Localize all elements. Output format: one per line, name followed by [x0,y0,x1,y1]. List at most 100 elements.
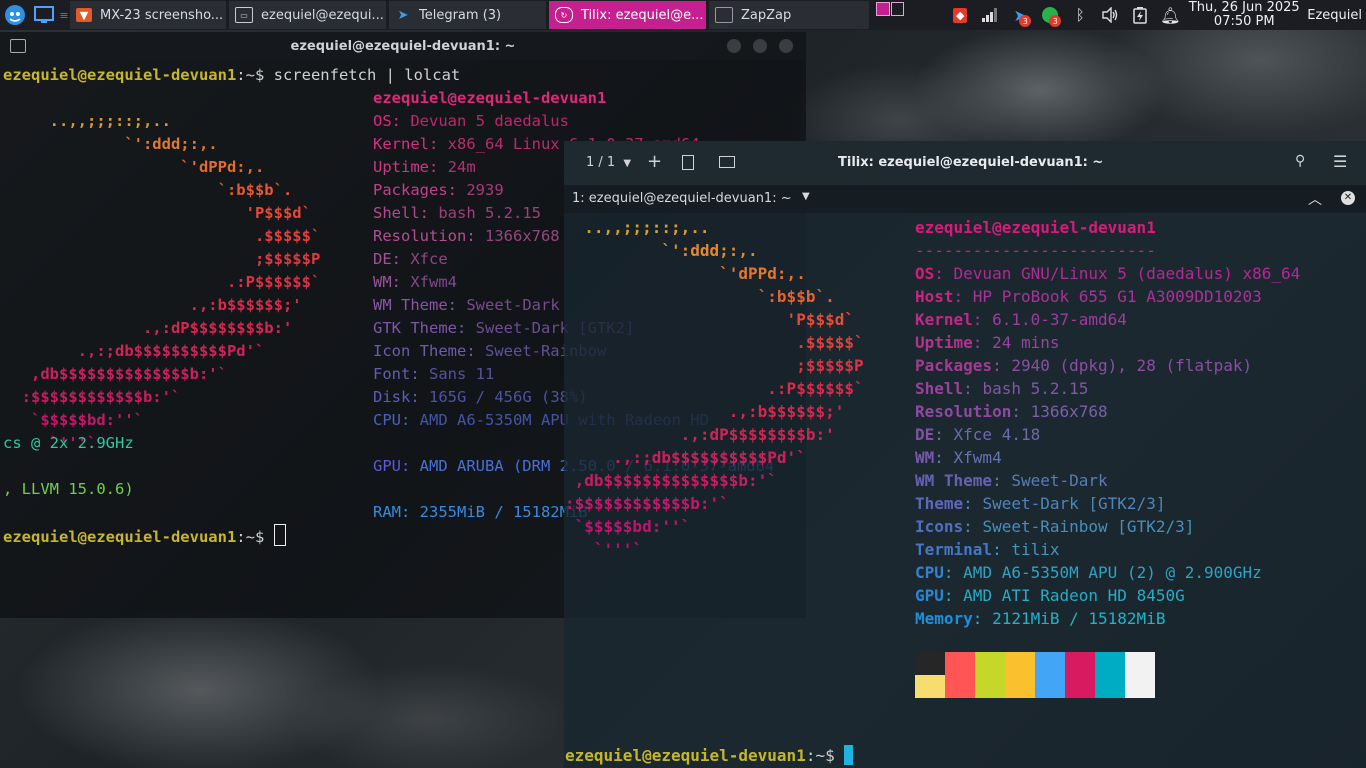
workspace-pager[interactable] [876,2,904,16]
show-desktop-icon[interactable] [30,0,58,30]
palette-swatch-bright [975,675,1005,698]
add-terminal-right-icon[interactable] [682,155,694,170]
ascii-line: .,:dP$$$$$$$$b:' [3,319,293,337]
typed-command: screenfetch | lolcat [273,66,461,84]
neofetch-row: OS: Devuan GNU/Linux 5 (daedalus) x86_64 [915,264,1301,283]
ascii-line: `$$$$$bd:''` [565,517,691,536]
battery-icon[interactable] [1125,0,1155,30]
terminal-session-bar[interactable]: 1: ezequiel@ezequiel-devuan1: ~ ▼ ︿ ✕ [564,185,1366,213]
terminal-titlebar[interactable]: ezequiel@ezequiel-devuan1: ~ [0,32,806,60]
ascii-line: .,:;db$$$$$$$$$$Pd'` [3,342,265,360]
ascii-line: .,:b$$$$$$;' [3,296,302,314]
ascii-line: ,db$$$$$$$$$$$$$$b:'` [3,365,227,383]
add-terminal-down-icon[interactable] [719,156,735,168]
command-line: ezequiel@ezequiel-devuan1:~$ screenfetch… [3,66,461,84]
palette-swatch [1005,652,1035,675]
palette-swatch-bright [1005,675,1035,698]
task-zapzap[interactable]: ZapZap [709,1,869,29]
ascii-line: ;$$$$$P [565,356,864,375]
whatsapp-tray-icon[interactable]: 3 [1035,0,1065,30]
palette-swatch-bright [1095,675,1125,698]
ascii-line: .,:;db$$$$$$$$$$Pd'` [565,448,806,467]
cpu-wrap-line: cs @ 2x 2.9GHz [3,434,134,452]
neofetch-row: GPU: AMD ATI Radeon HD 8450G [915,586,1185,605]
task-terminal[interactable]: ▭ ezequiel@ezequi... [229,1,386,29]
clock[interactable]: Thu, 26 Jun 2025 07:50 PM [1185,1,1303,29]
ascii-line: `':ddd;:,. [3,135,218,153]
info-row: WM: Xfwm4 [373,273,457,291]
workspace-1[interactable] [876,2,890,16]
palette-swatch [1035,652,1065,675]
ascii-line: .$$$$$` [3,227,321,245]
telegram-unread-badge: 3 [1019,15,1032,27]
session-counter-button[interactable]: 1 / 1 ▼ [586,155,631,170]
ascii-line: .,:dP$$$$$$$$b:' [565,425,835,444]
palette-swatch-bright [1035,675,1065,698]
network-signal-icon[interactable] [975,0,1005,30]
bluetooth-icon[interactable]: ᛒ [1065,0,1095,30]
tilix-terminal-output[interactable]: ..,,;;;::;,.. `':ddd;:,. `'dPPd:,. `:b$$… [564,213,1366,768]
neofetch-row: WM Theme: Sweet-Dark [915,471,1108,490]
telegram-tray-icon[interactable]: ➤ 3 [1005,0,1035,30]
neofetch-row: Resolution: 1366x768 [915,402,1108,421]
maximize-button[interactable] [753,39,767,53]
session-menu-chevron-icon[interactable]: ▼ [802,191,810,202]
ascii-line: `:b$$b`. [3,181,293,199]
search-icon[interactable]: ⚲ [1295,153,1305,169]
ascii-line: 'P$$$d` [565,310,854,329]
palette-swatch [1095,652,1125,675]
neofetch-row: CPU: AMD A6-5350M APU (2) @ 2.900GHz [915,563,1262,582]
clock-time: 07:50 PM [1213,14,1275,29]
info-row: Font: Sans 11 [373,365,495,383]
close-terminal-icon[interactable]: ✕ [1341,191,1355,205]
prompt-line: ezequiel@ezequiel-devuan1:~$ [3,524,286,549]
terminal-window-icon [10,39,26,53]
ascii-line: ..,,;;;::;,.. [3,112,171,130]
neofetch-row: Packages: 2940 (dpkg), 28 (flatpak) [915,356,1253,375]
prompt-user: ezequiel@ezequiel-devuan1 [3,66,237,84]
notifications-bell-icon[interactable]: 🔔︎ [1155,0,1185,30]
task-screenshot[interactable]: ▼ MX-23 screensho... [70,1,226,29]
brave-icon: ▼ [76,8,92,22]
telegram-icon: ➤ [397,7,409,23]
anydesk-icon[interactable]: ◆ [945,0,975,30]
hamburger-menu-icon[interactable]: ☰ [1333,152,1347,171]
info-ram: RAM: 2355MiB / 15182MiB [373,503,588,521]
session-title: 1: ezequiel@ezequiel-devuan1: ~ [572,191,792,206]
palette-swatch-bright [1125,675,1155,698]
palette-swatch [1125,652,1155,675]
neofetch-row: DE: Xfce 4.18 [915,425,1041,444]
text-cursor [273,524,286,546]
volume-icon[interactable] [1095,0,1125,30]
taskbar: ≡ ▼ MX-23 screensho... ▭ ezequiel@ezequi… [0,0,1366,30]
ascii-line: `$$$$$bd:''` [3,411,143,429]
tilix-window[interactable]: 1 / 1 ▼ + Tilix: ezequiel@ezequiel-devua… [564,141,1366,768]
minimize-button[interactable] [727,39,741,53]
ascii-line: `'dPPd:,. [565,264,806,283]
palette-swatch-bright [945,675,975,698]
tilix-icon: ↻ [555,7,573,23]
terminal-icon: ▭ [235,7,253,23]
task-telegram[interactable]: ➤ Telegram (3) [389,1,546,29]
window-list-handle-icon[interactable]: ≡ [58,0,70,30]
user-menu[interactable]: Ezequiel [1303,8,1366,23]
tilix-headerbar[interactable]: 1 / 1 ▼ + Tilix: ezequiel@ezequiel-devua… [564,141,1366,185]
maximize-terminal-icon[interactable]: ︿ [1308,189,1322,209]
workspace-2[interactable] [890,2,904,16]
info-row: Resolution: 1366x768 [373,227,560,245]
neofetch-row: Host: HP ProBook 655 G1 A3009DD10203 [915,287,1262,306]
neofetch-separator: ------------------------- [915,241,1156,260]
neofetch-row: Terminal: tilix [915,540,1060,559]
app-menu-icon[interactable] [0,0,30,30]
info-row: Uptime: 24m [373,158,476,176]
neofetch-row: Icons: Sweet-Rainbow [GTK2/3] [915,517,1195,536]
ascii-line: ..,,;;;::;,.. [565,218,710,237]
tilix-text-cursor [844,745,854,765]
add-session-icon[interactable]: + [647,151,662,172]
palette-swatch [945,652,975,675]
task-tilix[interactable]: ↻ Tilix: ezequiel@e... [549,1,706,29]
ascii-line: `':ddd;:,. [565,241,758,260]
close-button[interactable] [779,39,793,53]
terminal-window-title: ezequiel@ezequiel-devuan1: ~ [290,38,516,54]
ascii-line: `:b$$b`. [565,287,835,306]
